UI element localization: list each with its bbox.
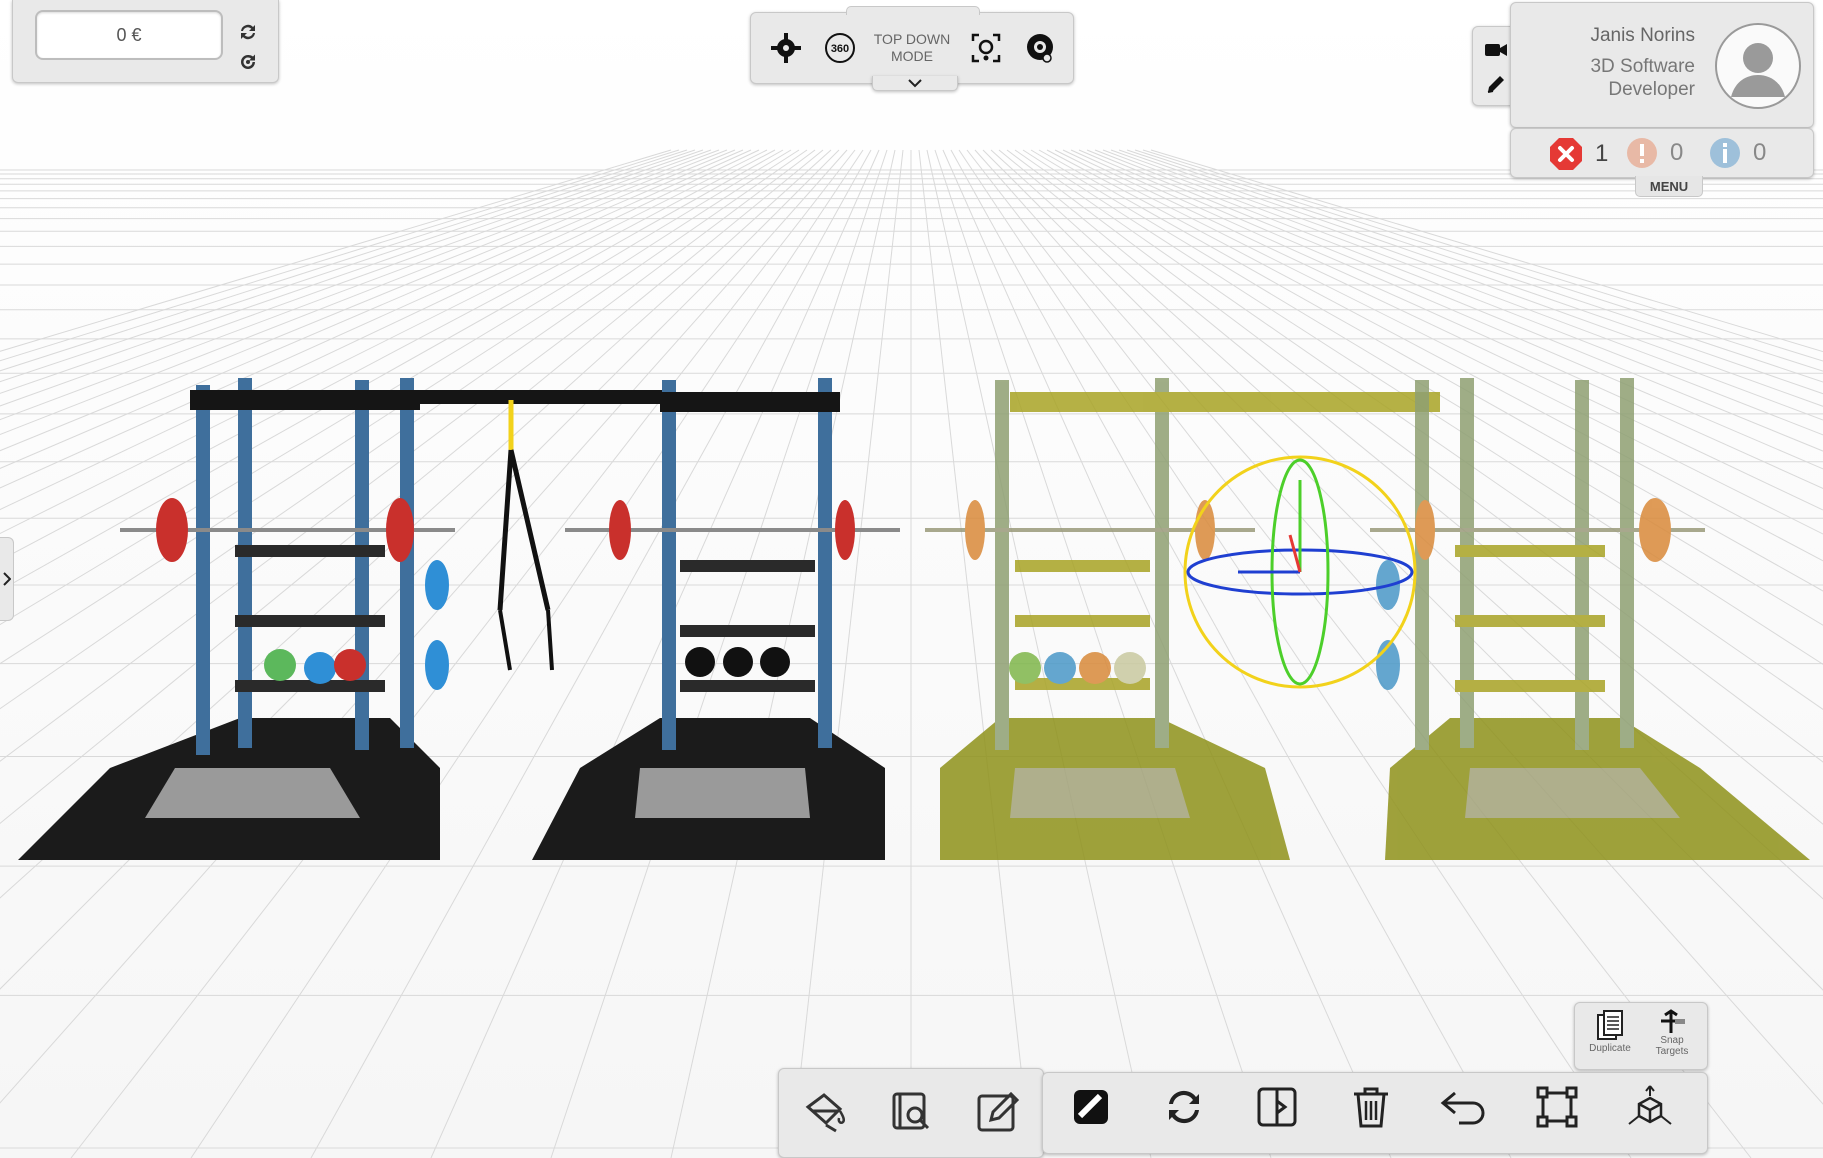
- duplicate-label: Duplicate: [1589, 1043, 1631, 1054]
- top-down-label-2: MODE: [891, 48, 933, 64]
- rotate-icon: [1161, 1084, 1207, 1130]
- refresh-icon[interactable]: [235, 20, 261, 44]
- reset-icon[interactable]: [235, 50, 261, 74]
- texture-button[interactable]: [1056, 1072, 1126, 1142]
- svg-text:360: 360: [831, 43, 849, 55]
- user-role-line-1: 3D Software: [1590, 56, 1695, 77]
- object-mini-toolbar: Duplicate Snap Targets: [1574, 1002, 1708, 1070]
- price-display: 0 €: [35, 10, 223, 60]
- view-toolbar-expand-tab[interactable]: [872, 76, 958, 91]
- user-name: Janis Norins: [1590, 25, 1695, 46]
- error-count: 1: [1595, 140, 1609, 167]
- texture-icon: [1070, 1086, 1112, 1128]
- rotate-button[interactable]: [1149, 1072, 1219, 1142]
- snap-label-1: Snap: [1660, 1035, 1684, 1046]
- bounding-box-button[interactable]: [1522, 1072, 1592, 1142]
- view-toolbar-top-tab: [846, 6, 980, 15]
- bounding-box-icon: [1535, 1085, 1579, 1129]
- video-camera-icon[interactable]: [1481, 37, 1511, 63]
- warning-status[interactable]: 0: [1626, 137, 1683, 169]
- camera-focus-icon[interactable]: [963, 25, 1009, 71]
- status-panel: 1 0 0: [1510, 128, 1814, 178]
- paint-bucket-icon: [802, 1089, 848, 1133]
- error-icon: [1549, 137, 1583, 171]
- user-panel[interactable]: Janis Norins 3D Software Developer: [1510, 2, 1814, 128]
- chevron-right-icon: [2, 572, 11, 586]
- user-role: 3D Software Developer: [1545, 55, 1695, 101]
- trash-icon: [1350, 1084, 1392, 1130]
- chevron-down-icon: [907, 78, 923, 88]
- paint-bucket-button[interactable]: [790, 1076, 860, 1146]
- info-status[interactable]: 0: [1709, 137, 1766, 169]
- warning-count: 0: [1670, 139, 1684, 166]
- undo-button[interactable]: [1429, 1072, 1499, 1142]
- catalog-search-icon: [889, 1089, 933, 1133]
- snap-targets-icon: [1657, 1009, 1687, 1035]
- snap-targets-button[interactable]: Snap Targets: [1643, 1009, 1701, 1065]
- avatar[interactable]: [1715, 23, 1801, 109]
- mirror-icon: [1255, 1085, 1299, 1129]
- snap-label-2: Targets: [1655, 1046, 1689, 1057]
- catalog-search-button[interactable]: [876, 1076, 946, 1146]
- error-status[interactable]: 1: [1549, 137, 1608, 171]
- warning-icon: [1626, 137, 1658, 169]
- info-count: 0: [1753, 139, 1767, 166]
- edit-note-icon: [975, 1088, 1021, 1134]
- menu-button[interactable]: MENU: [1635, 176, 1703, 197]
- view-toolbar: 360 TOP DOWN MODE: [750, 12, 1074, 84]
- 360-icon[interactable]: 360: [817, 25, 863, 71]
- top-down-mode-button[interactable]: TOP DOWN MODE: [867, 29, 957, 67]
- crosshair-icon[interactable]: [763, 25, 809, 71]
- camera-gear-icon[interactable]: [1017, 25, 1063, 71]
- duplicate-icon: [1594, 1009, 1626, 1043]
- edit-note-button[interactable]: [963, 1076, 1033, 1146]
- price-panel: 0 €: [12, 0, 279, 83]
- mirror-button[interactable]: [1242, 1072, 1312, 1142]
- top-down-label-1: TOP DOWN: [873, 31, 951, 47]
- pivot-icon: [1625, 1084, 1675, 1130]
- left-panel-toggle[interactable]: [0, 537, 14, 621]
- duplicate-button[interactable]: Duplicate: [1581, 1009, 1639, 1065]
- user-role-line-2: Developer: [1608, 79, 1695, 100]
- undo-icon: [1439, 1087, 1489, 1127]
- delete-button[interactable]: [1336, 1072, 1406, 1142]
- pivot-button[interactable]: [1615, 1072, 1685, 1142]
- pencil-icon[interactable]: [1481, 71, 1511, 97]
- info-icon: [1709, 137, 1741, 169]
